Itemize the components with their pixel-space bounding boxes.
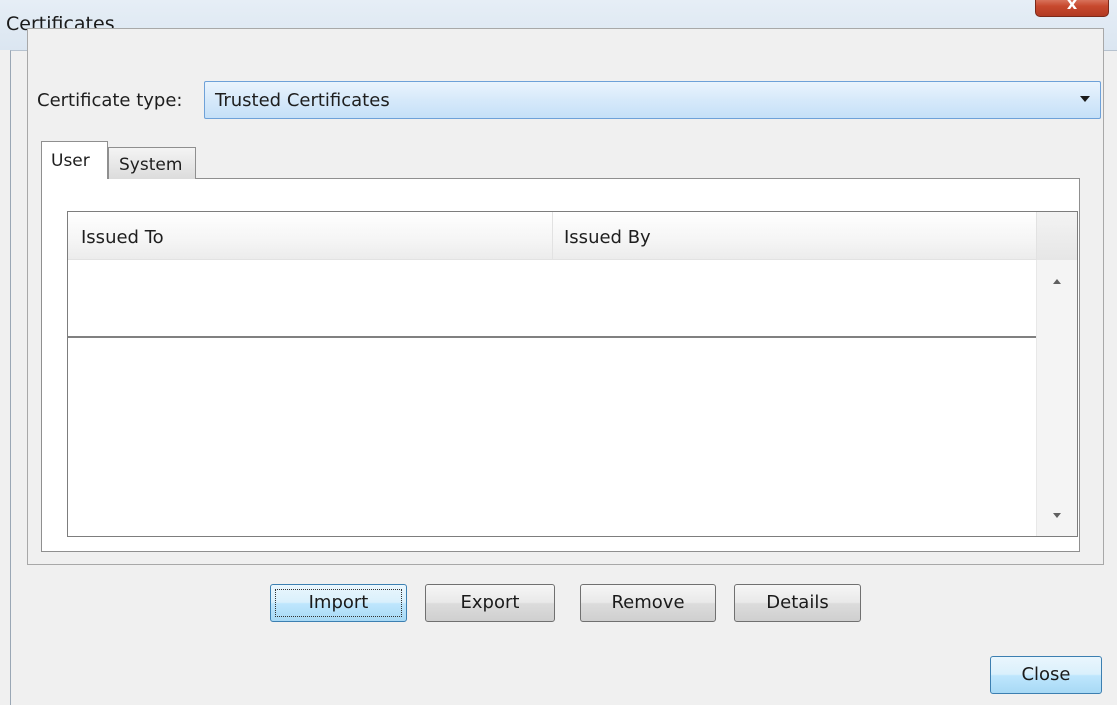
certificates-table[interactable]: Issued To Issued By <box>67 211 1078 537</box>
close-icon: x <box>1066 0 1078 13</box>
import-button-label: Import <box>308 592 369 613</box>
import-button[interactable]: Import <box>270 584 407 622</box>
details-button[interactable]: Details <box>734 584 861 622</box>
certificate-type-label: Certificate type: <box>37 90 183 111</box>
certificate-type-value: Trusted Certificates <box>215 90 390 111</box>
header-corner <box>1036 212 1077 260</box>
row-divider <box>68 336 1036 338</box>
certificate-type-dropdown[interactable]: Trusted Certificates <box>204 81 1101 119</box>
remove-button[interactable]: Remove <box>580 584 716 622</box>
tab-system[interactable]: System <box>108 147 196 179</box>
column-header-issued-by[interactable]: Issued By <box>553 212 1036 260</box>
tab-user[interactable]: User <box>41 141 108 179</box>
arrow-up-icon[interactable] <box>1053 279 1061 284</box>
export-button[interactable]: Export <box>425 584 555 622</box>
arrow-down-icon[interactable] <box>1053 513 1061 518</box>
chevron-down-icon <box>1080 96 1090 102</box>
vertical-scrollbar[interactable] <box>1036 260 1077 536</box>
column-header-issued-to[interactable]: Issued To <box>68 212 553 260</box>
close-button[interactable]: Close <box>990 656 1102 694</box>
window-close-button[interactable]: x <box>1035 0 1109 17</box>
